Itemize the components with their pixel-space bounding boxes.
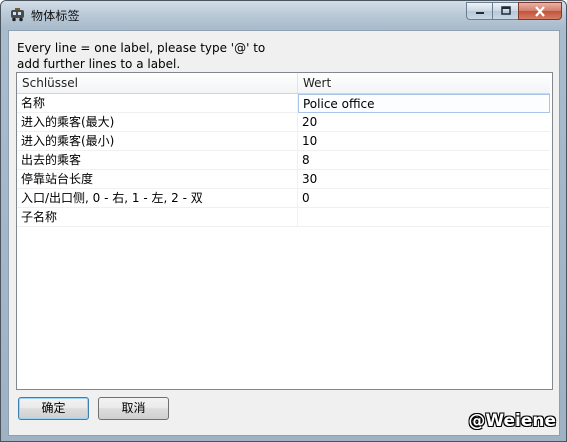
- column-header-key[interactable]: Schlüssel: [17, 73, 298, 93]
- key-cell: 停靠站台长度: [17, 170, 298, 189]
- table-row[interactable]: 出去的乘客 8: [17, 151, 550, 170]
- maximize-icon: [500, 6, 511, 15]
- dialog-client-area: Every line = one label, please type '@' …: [8, 30, 560, 436]
- value-cell[interactable]: 8: [298, 151, 550, 170]
- value-cell[interactable]: 30: [298, 170, 550, 189]
- cancel-button[interactable]: 取消: [98, 397, 169, 420]
- value-cell[interactable]: 10: [298, 132, 550, 151]
- title-bar[interactable]: 物体标签: [1, 1, 566, 29]
- key-cell: 入口/出口侧, 0 - 右, 1 - 左, 2 - 双: [17, 189, 298, 208]
- table-row[interactable]: 进入的乘客(最大) 20: [17, 113, 550, 132]
- value-cell[interactable]: 20: [298, 113, 550, 132]
- key-cell: 名称: [17, 94, 298, 113]
- watermark-text: @Weiene: [468, 411, 556, 431]
- close-button[interactable]: [518, 2, 562, 20]
- table-body: 名称 Police office 进入的乘客(最大) 20 进入的乘客(最小) …: [17, 94, 550, 227]
- table-row[interactable]: 停靠站台长度 30: [17, 170, 550, 189]
- table-row[interactable]: 进入的乘客(最小) 10: [17, 132, 550, 151]
- value-cell[interactable]: 0: [298, 189, 550, 208]
- value-cell-editing[interactable]: Police office: [298, 94, 550, 113]
- close-icon: [535, 5, 545, 17]
- label-table: Schlüssel Wert 名称 Police office 进入的乘客(最大…: [16, 72, 553, 390]
- key-cell: 出去的乘客: [17, 151, 298, 170]
- table-row[interactable]: 子名称: [17, 208, 550, 227]
- value-cell[interactable]: [298, 208, 550, 227]
- key-cell: 进入的乘客(最小): [17, 132, 298, 151]
- maximize-button[interactable]: [492, 2, 518, 20]
- window-controls: [466, 2, 562, 22]
- ok-button[interactable]: 确定: [18, 397, 89, 420]
- table-header: Schlüssel Wert: [17, 73, 550, 94]
- column-header-value[interactable]: Wert: [298, 73, 550, 93]
- key-cell: 子名称: [17, 208, 298, 227]
- table-row[interactable]: 入口/出口侧, 0 - 右, 1 - 左, 2 - 双 0: [17, 189, 550, 208]
- dialog-window: 物体标签 Every line = one label, please type…: [0, 0, 567, 442]
- table-row[interactable]: 名称 Police office: [17, 94, 550, 113]
- instruction-text: Every line = one label, please type '@' …: [17, 41, 266, 71]
- train-icon: [9, 7, 26, 23]
- minimize-icon: [475, 12, 484, 14]
- window-title: 物体标签: [31, 9, 80, 23]
- minimize-button[interactable]: [466, 2, 492, 20]
- key-cell: 进入的乘客(最大): [17, 113, 298, 132]
